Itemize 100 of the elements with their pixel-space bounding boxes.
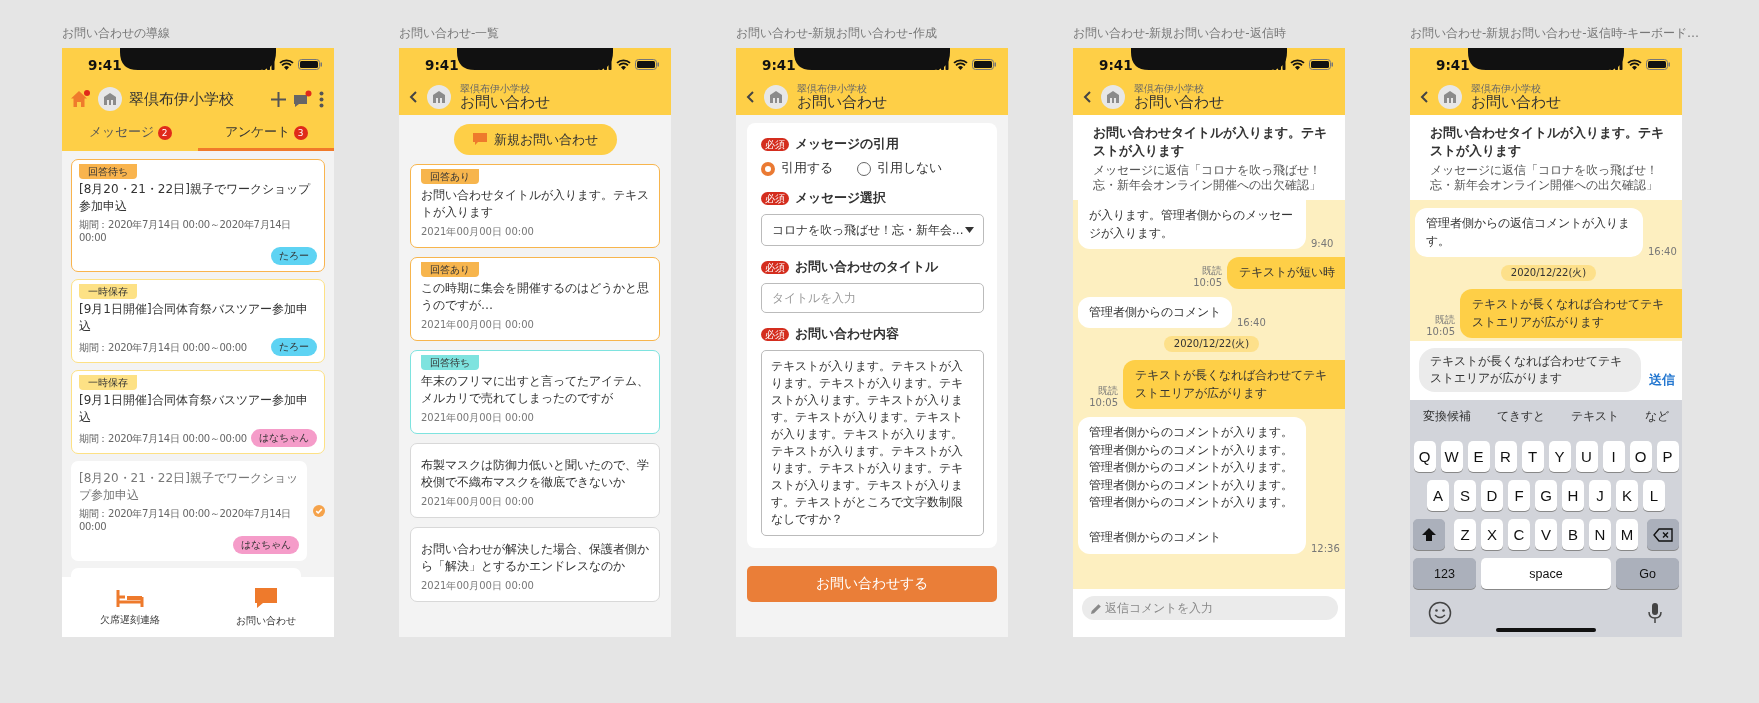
nav-tab[interactable]: お問い合わせ (198, 577, 334, 637)
battery-icon (298, 59, 322, 70)
child-tag: はなちゃん (251, 429, 317, 447)
wifi-icon (1627, 59, 1642, 70)
status-label: 回答あり (421, 169, 479, 184)
inquiry-title: この時期に集会を開催するのはどうかと思うのですが… (421, 280, 649, 314)
microphone-icon[interactable] (1648, 602, 1662, 624)
keyboard-key[interactable]: Q (1413, 441, 1436, 472)
school-name: 翠倶布伊小学校 (1134, 82, 1205, 95)
survey-period: 期間：2020年7月14日 00:00～2020年7月14日 00:00 (79, 507, 293, 533)
keyboard-key[interactable]: V (1535, 519, 1557, 550)
shift-key[interactable] (1413, 519, 1445, 550)
keyboard-key[interactable]: X (1481, 519, 1503, 550)
inquiry-card[interactable]: 回答待ち 年末のフリマに出すと言ってたアイテム、メルカリで売れてしまったのですが 2021年00月00日 00:00 (410, 350, 660, 434)
keyboard-key[interactable]: Go (1616, 558, 1679, 589)
keyboard-key[interactable]: C (1508, 519, 1530, 550)
plus-icon[interactable] (271, 91, 286, 107)
keyboard-key[interactable]: D (1481, 480, 1503, 511)
message-text: 管理者側からのコメントが入ります。管理者側からのコメントが入ります。管理者側からのコメントが入ります。管理者側からのコメントが入ります。管理者側からのコメントが入ります。 (1089, 424, 1294, 511)
read-receipt: 既読 (1202, 264, 1222, 277)
message-time: 12:36 (1311, 542, 1340, 554)
keyboard-key[interactable]: 123 (1413, 558, 1476, 589)
screen-caption: お問い合わせ-一覧 (399, 27, 500, 39)
keyboard-key[interactable]: I (1602, 441, 1625, 472)
keyboard-key[interactable]: G (1535, 480, 1557, 511)
radio-option[interactable]: 引用する (761, 160, 833, 177)
keyboard-key[interactable]: P (1656, 441, 1679, 472)
keyboard-key[interactable]: H (1562, 480, 1584, 511)
status-label: 回答待ち (421, 355, 479, 370)
keyboard-key[interactable]: R (1494, 441, 1517, 472)
radio-option[interactable]: 引用しない (857, 160, 942, 177)
back-icon[interactable] (1083, 90, 1092, 104)
inquiry-card[interactable]: 回答あり お問い合わせタイトルが入ります。テキストが入ります 2021年00月00日 00:00 (410, 164, 660, 248)
home-icon[interactable] (70, 90, 91, 108)
keyboard-key[interactable]: Z (1454, 519, 1476, 550)
reply-context: メッセージに返信「コロナを吹っ飛ばせ！忘・新年会オンライン開催への出欠確認」 (1093, 163, 1322, 193)
keyboard-key[interactable]: E (1467, 441, 1490, 472)
keyboard-key[interactable]: L (1643, 480, 1665, 511)
keyboard-key[interactable]: A (1427, 480, 1449, 511)
status-label: 一時保存 (79, 284, 137, 299)
suggestion[interactable]: てきすと (1497, 408, 1545, 425)
inquiry-card[interactable]: 布製マスクは防御力低いと聞いたので、学校側で不織布マスクを徹底できないか 2021年00月00日 00:00 (410, 443, 660, 518)
keyboard-key[interactable]: Y (1548, 441, 1571, 472)
keyboard-key[interactable]: M (1616, 519, 1638, 550)
keyboard-key[interactable]: N (1589, 519, 1611, 550)
back-icon[interactable] (746, 90, 755, 104)
keyboard-key[interactable]: U (1575, 441, 1598, 472)
nav-tab[interactable]: 欠席遅刻連絡 (62, 577, 198, 637)
inquiry-title: お問い合わせタイトルが入ります。テキストが入ります (1430, 124, 1665, 160)
required-badge: 必須 (761, 192, 789, 205)
suggestion[interactable]: など (1645, 408, 1669, 425)
new-inquiry-button[interactable]: 新規お問い合わせ (453, 124, 617, 155)
backspace-key[interactable] (1647, 519, 1679, 550)
keyboard-key[interactable]: T (1521, 441, 1544, 472)
send-button[interactable]: 送信 (1649, 372, 1675, 389)
field-label: お問い合わせのタイトル (795, 259, 938, 276)
back-icon[interactable] (1420, 90, 1429, 104)
inquiry-date: 2021年00月00日 00:00 (421, 579, 535, 593)
message-bubble: テキストが長くなれば合わせてテキストエリアが広がります (1460, 289, 1682, 338)
survey-card[interactable]: 一時保存 [9月1日開催]合同体育祭バスツアー参加申込 期間：2020年7月14日 00:00～00:00 はなちゃん (71, 370, 325, 454)
status-time: 9:41 (425, 56, 459, 73)
survey-title: [8月20・21・22日]親子でワークショップ参加申込 (79, 470, 299, 504)
survey-card[interactable]: 回答待ち [8月20・21・22日]親子でワークショップ参加申込 期間：2020年7月14日 00:00～2020年7月14日 00:00 たろー (71, 159, 325, 272)
child-tag: はなちゃん (233, 536, 299, 554)
school-avatar-icon (1438, 85, 1462, 109)
status-time: 9:41 (762, 56, 796, 73)
inquiry-title: お問い合わせが解決した場合、保護者側から「解決」とするかエンドレスなのか (421, 541, 649, 575)
page-title: お問い合わせ (1471, 94, 1561, 112)
suggestion[interactable]: 変換候補 (1423, 408, 1471, 425)
survey-title: [8月20・21・22日]親子でワークショップ参加申込 (79, 181, 312, 215)
content-text-field[interactable]: テキストが入ります。テキストが入ります。テキストが入ります。テキストが入ります。テキストが入ります。テキストが入ります。テキストが入ります。テキストが入ります。テキストが入ります。テキストが入ります。テキストが入ります。テキストが入ります。テキストが入ります。テキストがところで文字数制限なしですか？ (761, 350, 984, 536)
keyboard-key[interactable]: W (1440, 441, 1463, 472)
survey-card[interactable]: 一時保存 [9月1日開催]合同体育祭バスツアー参加申込 期間：2020年7月14日 00:00～00:00 たろー (71, 279, 325, 363)
message-time: 10:05 (1193, 276, 1222, 289)
more-icon[interactable] (319, 90, 324, 108)
inquiry-card[interactable]: お問い合わせが解決した場合、保護者側から「解決」とするかエンドレスなのか 2021年00月00日 00:00 (410, 527, 660, 602)
keyboard-key[interactable]: B (1562, 519, 1584, 550)
wifi-icon (279, 59, 294, 70)
emoji-icon[interactable] (1428, 601, 1452, 625)
space-key[interactable]: space (1481, 558, 1611, 589)
status-label: 回答待ち (79, 164, 137, 179)
suggestion[interactable]: テキスト (1571, 408, 1619, 425)
select-field[interactable]: コロナを吹っ飛ばせ！忘・新年会... (761, 214, 984, 246)
inquiry-title: 年末のフリマに出すと言ってたアイテム、メルカリで売れてしまったのですが (421, 373, 649, 407)
keyboard-key[interactable]: K (1616, 480, 1638, 511)
keyboard-key[interactable]: J (1589, 480, 1611, 511)
chat-icon (472, 133, 487, 146)
back-icon[interactable] (409, 90, 418, 104)
survey-card[interactable]: [8月20・21・22日]親子でワークショップ参加申込 期間：2020年7月14日 00:00～2020年7月14日 00:00 はなちゃん (71, 461, 307, 561)
tab[interactable]: アンケート 3 (198, 117, 334, 151)
reply-input-field[interactable]: テキストが長くなれば合わせてテキストエリアが広がります (1419, 348, 1641, 392)
tab[interactable]: メッセージ 2 (62, 117, 198, 151)
keyboard-key[interactable]: F (1508, 480, 1530, 511)
keyboard-key[interactable]: S (1454, 480, 1476, 511)
keyboard-key[interactable]: O (1629, 441, 1652, 472)
inquiry-card[interactable]: 回答あり この時期に集会を開催するのはどうかと思うのですが… 2021年00月00日 00:00 (410, 257, 660, 341)
title-input-field[interactable]: タイトルを入力 (761, 283, 984, 313)
school-avatar-icon (1101, 85, 1125, 109)
chat-icon[interactable] (293, 90, 312, 108)
status-time: 9:41 (1099, 56, 1133, 73)
